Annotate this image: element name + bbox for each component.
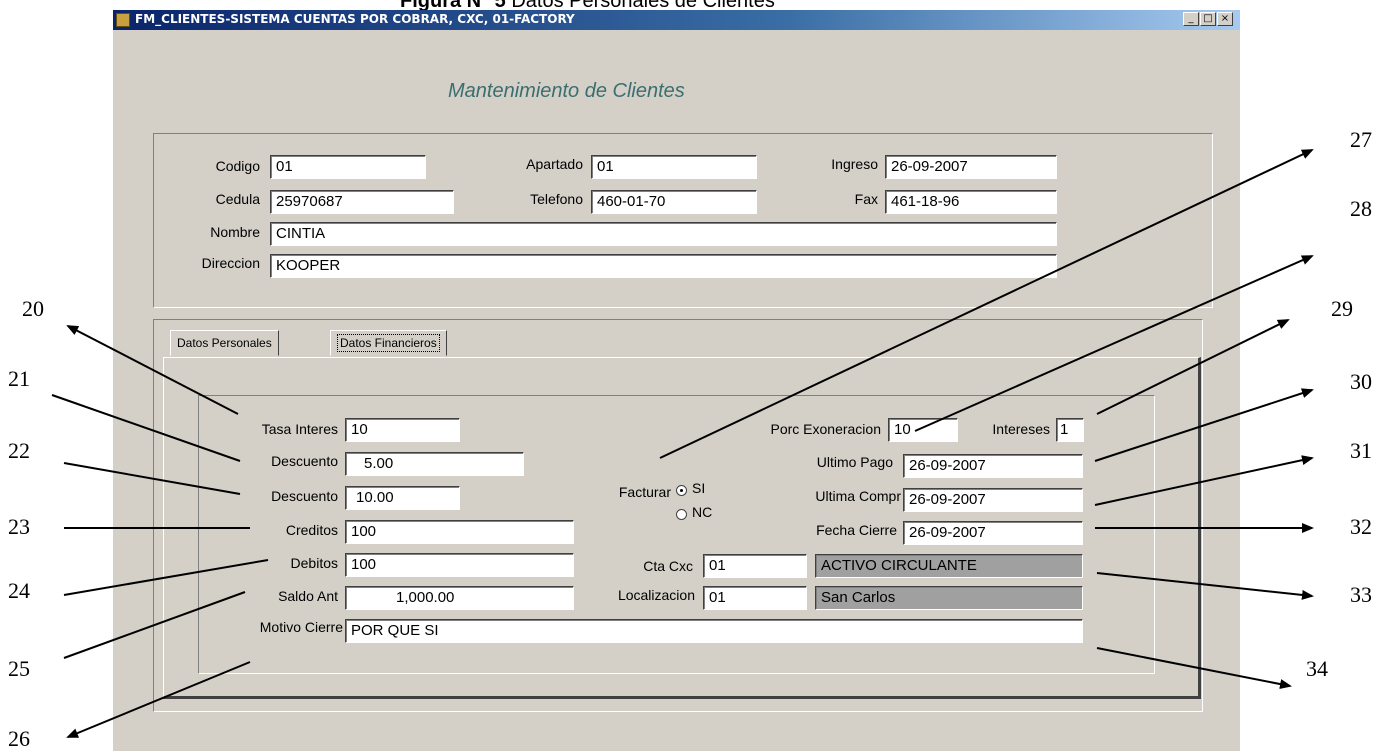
- arrow-29: [1096, 319, 1290, 415]
- arrow-27: [659, 149, 1314, 459]
- arrow-24: [63, 559, 269, 596]
- arrow-31: [1094, 455, 1314, 506]
- arrow-28: [914, 255, 1314, 432]
- callout-arrows: [51, 149, 1314, 738]
- arrow-34: [1096, 647, 1292, 689]
- arrow-22: [63, 462, 241, 495]
- arrow-25: [63, 591, 246, 659]
- arrow-20: [66, 325, 239, 415]
- arrow-21: [51, 394, 241, 462]
- arrow-26: [66, 661, 251, 738]
- arrow-33: [1096, 572, 1314, 600]
- arrow-30: [1094, 388, 1314, 462]
